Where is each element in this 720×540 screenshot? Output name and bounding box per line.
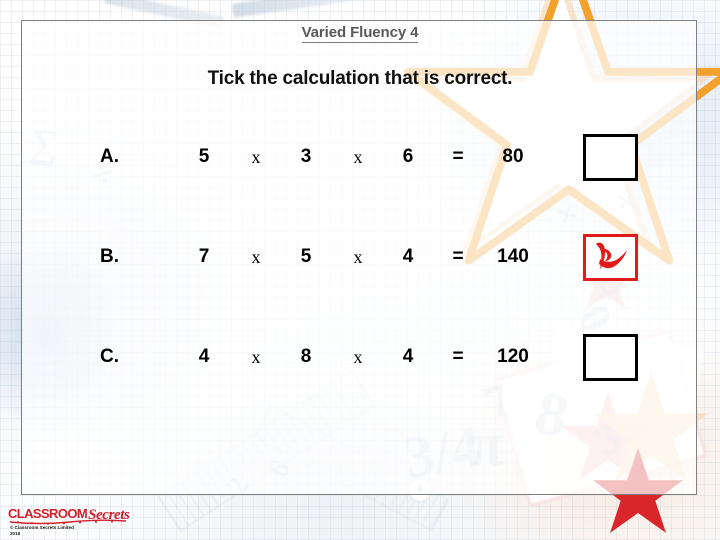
operator-1-c: x [251,347,261,367]
slide-canvas: 3/4 π 8 7 4 0 3 6 2 + × ÷ ∑ Varied Fluen… [0,0,720,540]
page-title: Varied Fluency 4 [0,24,720,43]
classroom-secrets-logo: CLASSROOMSecrets © Classroom Secrets Lim… [8,505,158,536]
operator-2-b: x [353,247,363,267]
operator-2-a: x [353,147,363,167]
option-label-c: C. [100,346,119,367]
operand-2-b: 5 [300,246,312,267]
tick-check-icon [596,242,627,269]
operand-2-a: 3 [300,146,312,167]
logo-copyright-text: © Classroom Secrets Limited 2018 [10,525,74,536]
result-value-c: 120 [497,346,529,367]
result-value-a: 80 [502,146,524,167]
equals-sign-c: = [452,346,464,367]
pen-shape [231,0,373,18]
equals-sign-b: = [452,246,464,267]
operand-1-c: 4 [198,346,210,367]
operator-1-b: x [251,247,261,267]
answer-box-b[interactable] [583,234,638,281]
calculation-row: A. 5 x 3 x 6 = 80 [0,133,720,181]
answer-box-c[interactable] [583,334,638,381]
operand-3-a: 6 [402,146,414,167]
page-title-text: Varied Fluency 4 [301,24,419,43]
operand-3-c: 4 [402,346,414,367]
calculation-row: C. 4 x 8 x 4 = 120 [0,333,720,381]
result-value-b: 140 [497,246,529,267]
answer-box-a[interactable] [583,134,638,181]
operand-1-a: 5 [198,146,210,167]
operator-2-c: x [353,347,363,367]
option-label-a: A. [100,146,119,167]
operand-3-b: 4 [402,246,414,267]
equals-sign-a: = [452,146,464,167]
operand-2-c: 8 [300,346,312,367]
instruction-text: Tick the calculation that is correct. [207,68,513,89]
option-label-b: B. [100,246,119,267]
operator-1-a: x [251,147,261,167]
calculation-row: B. 7 x 5 x 4 = 140 [0,233,720,281]
operand-1-b: 7 [198,246,210,267]
